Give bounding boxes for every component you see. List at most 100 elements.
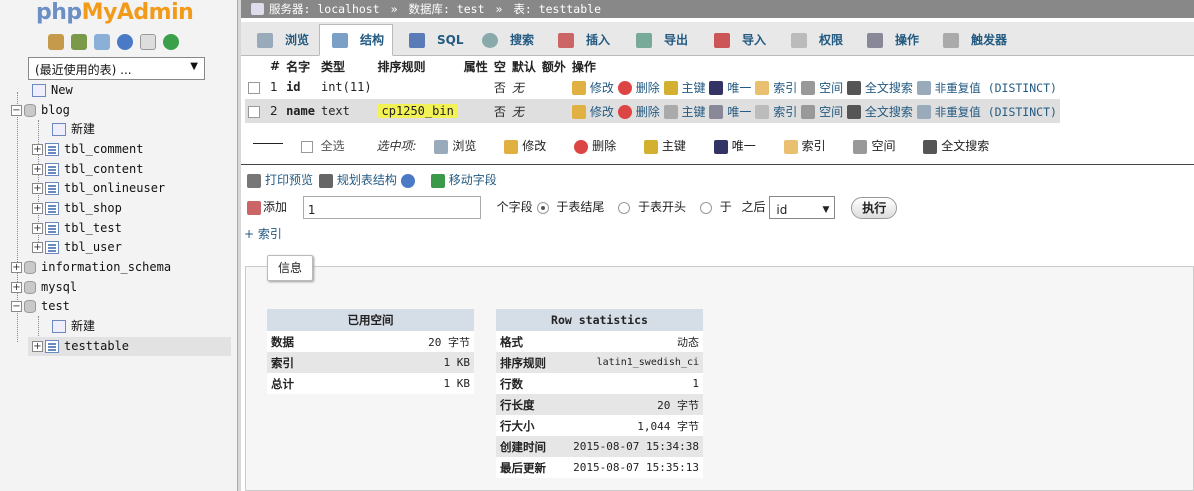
index-action[interactable]: 索引 (755, 105, 797, 119)
column-header[interactable]: 空 (490, 57, 509, 75)
bulk-primary[interactable]: 主键 (643, 139, 686, 154)
collapse-icon[interactable]: − (11, 301, 22, 312)
breadcrumb-table[interactable]: 表: testtable (513, 2, 601, 16)
reload-icon[interactable] (163, 34, 179, 50)
breadcrumb-database[interactable]: 数据库: test (408, 2, 484, 16)
tab-structure[interactable]: 结构 (319, 24, 393, 56)
edit-action[interactable]: 修改 (571, 81, 614, 95)
collapse-icon[interactable]: − (11, 105, 22, 116)
tab-sql[interactable]: SQL (396, 24, 466, 56)
tree-item-test[interactable]: − test (11, 297, 70, 316)
expand-icon[interactable]: + (32, 183, 43, 194)
tree-item-tbl-user[interactable]: + tbl_user (32, 238, 122, 257)
row-checkbox[interactable] (248, 105, 260, 118)
column-count-input[interactable]: 1 (302, 196, 481, 219)
column-header[interactable]: 默认 (508, 57, 539, 75)
tree-item-testtable[interactable]: + testtable (28, 337, 231, 356)
expand-icon[interactable]: + (32, 242, 43, 253)
help-icon[interactable] (400, 173, 415, 188)
primary-action[interactable]: 主键 (663, 105, 706, 119)
at-beginning-radio[interactable] (618, 201, 631, 214)
table-row: 2 name text cp1250_bin 否 无 修改 删除 主键 唯一 索… (245, 99, 1060, 123)
column-header[interactable]: 名字 (283, 57, 318, 75)
distinct-action[interactable]: 非重复值 (DISTINCT) (916, 105, 1057, 119)
recent-tables-select[interactable]: (最近使用的表) ... ▼ (28, 57, 205, 80)
expand-icon[interactable]: + (11, 262, 22, 273)
action-label: 全文搜索 (864, 80, 913, 95)
column-header[interactable]: 额外 (538, 57, 569, 75)
tree-item-tbl-comment[interactable]: + tbl_comment (32, 140, 143, 159)
help-icon[interactable] (117, 34, 133, 50)
tree-item-tbl-shop[interactable]: + tbl_shop (32, 199, 122, 218)
tree-label: information_schema (41, 260, 172, 274)
primary-action[interactable]: 主键 (663, 81, 706, 95)
drop-action[interactable]: 删除 (617, 105, 660, 119)
tree-item-blog[interactable]: − blog (11, 101, 70, 120)
tab-import[interactable]: 导入 (701, 24, 775, 56)
row-checkbox[interactable] (248, 81, 260, 94)
propose-structure-link[interactable]: 规划表结构 (318, 173, 419, 188)
at-end-radio[interactable] (536, 201, 549, 214)
fulltext-action[interactable]: 全文搜索 (846, 105, 913, 119)
expand-icon[interactable]: + (11, 282, 22, 293)
breadcrumb-server[interactable]: 服务器: localhost (269, 2, 380, 16)
bulk-fulltext[interactable]: 全文搜索 (923, 139, 989, 154)
tree-item-information-schema[interactable]: + information_schema (11, 258, 171, 277)
spatial-action[interactable]: 空间 (801, 81, 843, 95)
tree-label: tbl_onlineuser (64, 181, 166, 195)
tree-item-blog-new[interactable]: 新建 (52, 120, 95, 139)
go-button[interactable]: 执行 (851, 196, 898, 219)
expand-icon[interactable]: + (32, 341, 43, 352)
home-icon[interactable] (48, 34, 64, 50)
move-columns-link[interactable]: 移动字段 (430, 173, 497, 188)
expand-icon[interactable]: + (32, 223, 43, 234)
bulk-drop[interactable]: 删除 (574, 139, 616, 154)
spatial-action[interactable]: 空间 (801, 105, 843, 119)
tree-item-tbl-content[interactable]: + tbl_content (32, 160, 143, 179)
tab-export[interactable]: 导出 (623, 24, 697, 56)
at-beginning-label[interactable]: 于表开头 (638, 200, 686, 214)
edit-action[interactable]: 修改 (571, 105, 614, 119)
indexes-toggle[interactable]: + 索引 (244, 225, 282, 242)
tree-item-new[interactable]: New (32, 81, 73, 100)
bulk-label: 主键 (661, 139, 686, 153)
distinct-action[interactable]: 非重复值 (DISTINCT) (916, 81, 1057, 95)
after-radio[interactable] (699, 201, 712, 214)
expand-icon[interactable]: + (32, 164, 43, 175)
tab-search[interactable]: 搜索 (469, 24, 541, 56)
tree-item-mysql[interactable]: + mysql (11, 278, 77, 297)
bulk-index[interactable]: 索引 (783, 139, 826, 154)
after-label[interactable]: 于 (720, 200, 732, 214)
bulk-browse[interactable]: 浏览 (434, 139, 476, 154)
phpmyadmin-logo[interactable]: phpMyAdmin (36, 0, 194, 25)
logout-icon[interactable] (71, 34, 87, 50)
expand-icon[interactable]: + (32, 203, 43, 214)
tab-browse[interactable]: 浏览 (244, 24, 316, 56)
check-all-label[interactable]: 全选 (321, 139, 345, 153)
print-view-link[interactable]: 打印预览 (247, 173, 313, 188)
tab-operations[interactable]: 操作 (854, 24, 926, 56)
tree-item-tbl-test[interactable]: + tbl_test (32, 219, 122, 238)
tab-triggers[interactable]: 触发器 (930, 24, 1018, 56)
unique-action[interactable]: 唯一 (709, 81, 751, 95)
drop-action[interactable]: 删除 (617, 81, 660, 95)
query-window-icon[interactable] (94, 34, 110, 50)
tree-item-tbl-onlineuser[interactable]: + tbl_onlineuser (32, 179, 165, 198)
index-action[interactable]: 索引 (755, 81, 797, 95)
tab-insert[interactable]: 插入 (545, 24, 617, 56)
column-header[interactable]: 排序规则 (374, 57, 461, 75)
check-all-checkbox[interactable] (300, 140, 313, 153)
expand-icon[interactable]: + (32, 144, 43, 155)
bulk-spatial[interactable]: 空间 (853, 139, 895, 154)
tree-item-test-new[interactable]: 新建 (52, 317, 95, 336)
docs-icon[interactable] (140, 34, 156, 50)
at-end-label[interactable]: 于表结尾 (556, 200, 604, 214)
bulk-edit[interactable]: 修改 (504, 139, 546, 154)
column-header[interactable]: 属性 (460, 57, 491, 75)
column-header[interactable]: 类型 (317, 57, 375, 75)
unique-action[interactable]: 唯一 (709, 105, 751, 119)
bulk-unique[interactable]: 唯一 (713, 139, 756, 154)
fulltext-action[interactable]: 全文搜索 (846, 80, 913, 95)
tab-privileges[interactable]: 权限 (778, 24, 850, 56)
after-column-select[interactable]: id ▼ (769, 196, 836, 219)
